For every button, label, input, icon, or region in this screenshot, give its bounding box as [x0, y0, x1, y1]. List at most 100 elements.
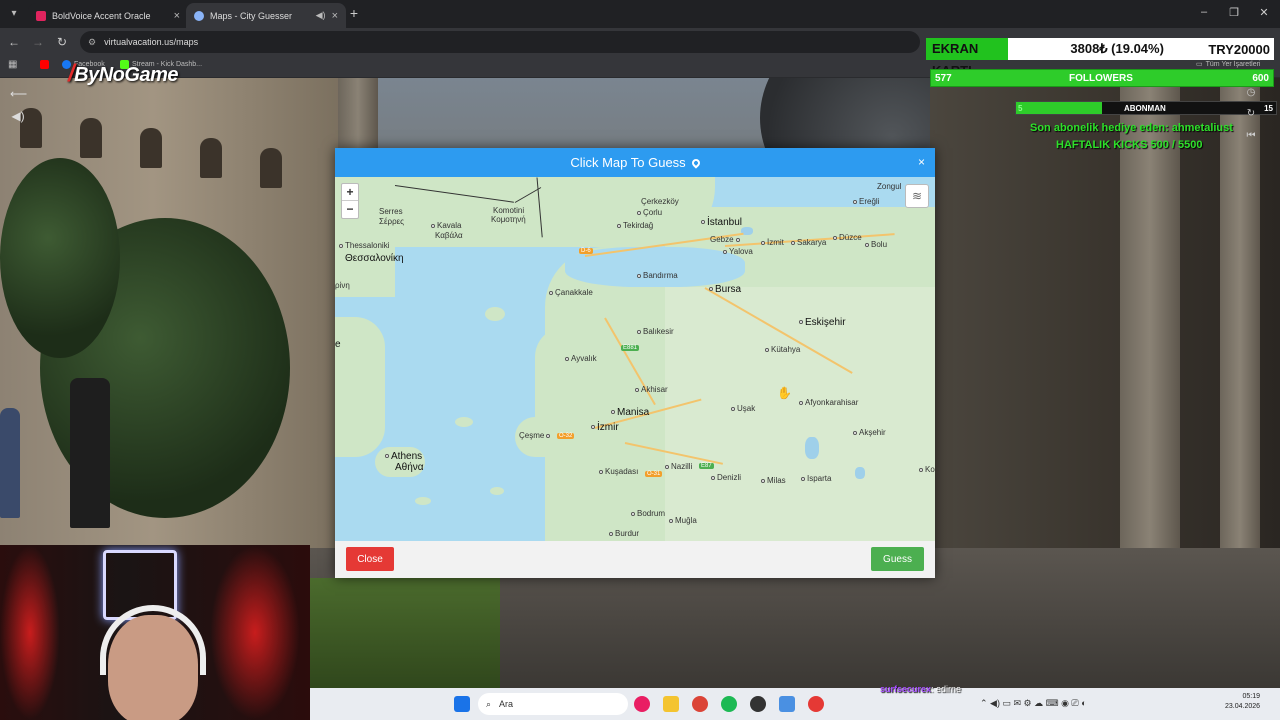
road-badge: O-31: [645, 471, 663, 477]
tab-search-icon[interactable]: ▾: [6, 6, 22, 22]
tab-close-icon[interactable]: ×: [332, 10, 338, 22]
globe-favicon-icon: [194, 10, 204, 21]
zoom-out-button[interactable]: −: [342, 201, 358, 218]
streaming-app-icon[interactable]: [808, 696, 824, 712]
city-duzce: Düzce: [833, 233, 862, 242]
city-thessaloniki: Thessaloniki: [339, 241, 389, 250]
streamer-face: [108, 615, 198, 720]
zoom-in-button[interactable]: +: [342, 184, 358, 201]
island: [490, 487, 504, 495]
building-window: [140, 128, 162, 168]
tab-title: BoldVoice Accent Oracle: [52, 10, 151, 21]
windows-start-icon[interactable]: [454, 696, 470, 712]
guess-map[interactable]: Thessaloniki Θεσσαλονίκη Serres Σέρρες K…: [335, 177, 935, 541]
city-bursa: Bursa: [709, 284, 741, 295]
donation-goal-target: TRY20000: [1208, 41, 1270, 57]
city-edge-pini: ρίνη: [335, 281, 350, 290]
red-light: [210, 545, 300, 720]
city-edge-ko: Ko: [919, 465, 935, 474]
bookmark-youtube[interactable]: [40, 60, 49, 69]
forward-arrow-icon[interactable]: →: [30, 34, 46, 50]
clock-time: 05:19: [1242, 693, 1261, 700]
city-istanbul: İstanbul: [701, 217, 742, 228]
apps-grid-icon[interactable]: ▦: [8, 59, 17, 70]
city-akhisar: Akhisar: [635, 385, 668, 394]
back-arrow-icon[interactable]: ←: [6, 34, 22, 50]
city-usak: Uşak: [731, 404, 755, 413]
weekly-kicks-counter: HAFTALIK KICKS 500 / 5500: [1056, 139, 1203, 151]
city-ayvalik: Ayvalık: [565, 354, 597, 363]
sound-icon[interactable]: ◀): [10, 108, 26, 124]
island: [565, 497, 585, 507]
tab-close-icon[interactable]: ×: [174, 10, 180, 22]
city-zongul: Zongul: [877, 182, 902, 191]
skip-back-icon[interactable]: ⏮: [1244, 130, 1258, 144]
settings-app-icon[interactable]: [779, 696, 795, 712]
webcam-feed: [0, 545, 310, 720]
new-tab-button[interactable]: +: [346, 5, 362, 21]
modal-footer: Close Guess: [335, 541, 935, 578]
city-kavala: Kavala: [431, 221, 461, 230]
city-komotini-greek: Κομοτηνή: [491, 215, 526, 224]
city-komotini: Komotini: [493, 206, 525, 215]
layers-icon[interactable]: ≋: [905, 184, 929, 208]
system-clock[interactable]: 05:19 23.04.2026: [1225, 692, 1260, 712]
chat-username: surfsecurex: [880, 684, 932, 694]
system-tray-icons[interactable]: ⌃ ◀) ▭ ✉ ⚙ ☁ ⌨ ◉ ⎚ ◐: [980, 698, 1087, 709]
search-placeholder: Ara: [499, 699, 514, 709]
city-athens: Athens: [385, 451, 422, 462]
history-icon[interactable]: ◷: [1244, 87, 1258, 101]
donation-amount: 3808₺ (19.04%): [1070, 41, 1164, 56]
boldvoice-favicon-icon: [36, 10, 46, 21]
close-button[interactable]: Close: [346, 547, 394, 571]
bookmark-label: Tüm Yer İşaretleri: [1205, 60, 1261, 68]
road-badge: O-32: [557, 433, 575, 439]
pano-back-icon[interactable]: ⟵: [10, 86, 27, 102]
zoom-control: + −: [341, 183, 359, 219]
modal-close-icon[interactable]: ×: [918, 148, 925, 177]
grass-patch: [300, 578, 500, 688]
close-window-icon[interactable]: ✕: [1256, 6, 1272, 19]
minimize-icon[interactable]: –: [1196, 6, 1212, 18]
address-bar[interactable]: ⚙ virtualvacation.us/maps: [80, 31, 920, 53]
obs-icon[interactable]: [750, 696, 766, 712]
city-burdur: Milas: [761, 476, 786, 485]
spotify-icon[interactable]: [721, 696, 737, 712]
city-manisa: Manisa: [611, 407, 649, 418]
island: [455, 417, 473, 427]
modal-header: Click Map To Guess ×: [335, 148, 935, 177]
youtube-icon: [40, 60, 49, 69]
all-bookmarks[interactable]: ▭ Tüm Yer İşaretleri: [1196, 60, 1261, 69]
road-badge: E881: [621, 345, 640, 351]
red-light: [0, 545, 60, 720]
city-cesme: Çeşme: [519, 431, 552, 440]
reload-icon[interactable]: ↻: [54, 34, 70, 50]
greece-land: [335, 317, 385, 457]
taskbar-search[interactable]: ⌕ Ara: [478, 693, 628, 715]
city-denizli: Denizli: [711, 473, 741, 482]
pedestrian: [0, 408, 20, 518]
restore-icon[interactable]: ❐: [1226, 6, 1242, 19]
folder-icon: ▭: [1196, 61, 1203, 68]
followers-goal-bar: 577 FOLLOWERS 600: [930, 69, 1274, 87]
road-badge: D-6: [579, 248, 593, 254]
refresh-icon[interactable]: ↻: [1244, 108, 1258, 122]
hand-cursor-icon: ✋: [777, 386, 792, 400]
city-canakkale: Çanakkale: [549, 288, 593, 297]
city-kusadasi: Kuşadası: [599, 467, 638, 476]
donation-goal-label: EKRAN KARTI: [926, 38, 1026, 78]
city-serres-greek: Σέρρες: [379, 217, 405, 226]
guess-button[interactable]: Guess: [871, 547, 924, 571]
city-bodrum: Burdur: [609, 529, 639, 538]
media-player-icon[interactable]: [634, 696, 650, 712]
logo-text: ByNoGame: [74, 64, 178, 86]
site-info-icon[interactable]: ⚙: [88, 37, 96, 48]
tab-city-guesser[interactable]: Maps - City Guesser ◀) ×: [186, 3, 346, 28]
speaker-icon[interactable]: ◀): [316, 10, 326, 21]
tab-boldvoice[interactable]: BoldVoice Accent Oracle ×: [28, 3, 188, 28]
chrome-icon[interactable]: [692, 696, 708, 712]
tab-title: Maps - City Guesser: [210, 10, 293, 21]
city-aksehir: Akşehir: [853, 428, 886, 437]
file-explorer-icon[interactable]: [663, 696, 679, 712]
city-serres: Serres: [379, 207, 403, 216]
